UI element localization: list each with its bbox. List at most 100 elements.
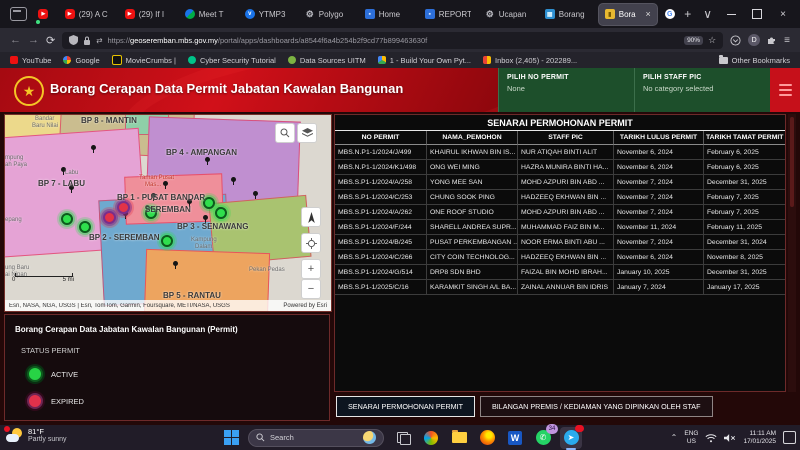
reload-icon[interactable]: ⟳: [46, 34, 55, 47]
map-marker-active[interactable]: [215, 207, 227, 219]
lock-icon[interactable]: [83, 36, 91, 45]
filter-no-permit[interactable]: PILIH NO PERMIT None: [498, 68, 634, 112]
telegram-button[interactable]: ➤: [560, 427, 582, 449]
pocket-icon[interactable]: [730, 35, 741, 46]
map-zoom-in-button[interactable]: +: [301, 259, 321, 279]
table-row[interactable]: MBS.S.P1-1/2024/A/262 ONE ROOF STUDIO MO…: [335, 205, 785, 220]
filter-staff-pic[interactable]: PILIH STAFF PIC No category selected: [634, 68, 770, 112]
url-bar[interactable]: ⇄ https://geoseremban.mbs.gov.my/portal/…: [62, 32, 723, 49]
tab-close-icon[interactable]: ×: [645, 9, 650, 19]
cell-tarikh-lulus: January 7, 2024: [614, 280, 704, 295]
forward-icon[interactable]: →: [28, 34, 39, 46]
column-header[interactable]: TARIKH TAMAT PERMIT: [704, 131, 785, 145]
clock[interactable]: 11:11 AM 17/01/2025: [743, 430, 776, 446]
shield-icon[interactable]: [69, 35, 78, 45]
map-pin[interactable]: [205, 157, 210, 162]
map-layers-button[interactable]: [297, 123, 317, 143]
browser-tab[interactable]: Meet T ×: [179, 4, 237, 25]
tracking-protection-icon[interactable]: ⇄: [96, 36, 102, 45]
language-indicator[interactable]: ENGUS: [684, 430, 698, 445]
bookmark-item[interactable]: Google: [63, 55, 99, 65]
map-pin[interactable]: [203, 215, 208, 220]
map-marker-active[interactable]: [79, 221, 91, 233]
browser-tab[interactable]: column ×: [659, 4, 678, 25]
bookmark-star-icon[interactable]: ☆: [708, 35, 716, 46]
list-tabs-chevron-icon[interactable]: ∨: [703, 0, 712, 28]
bookmark-item[interactable]: 1 - Build Your Own Pyt...: [378, 55, 471, 65]
map-marker-expired[interactable]: [117, 201, 130, 214]
minimize-button[interactable]: [718, 0, 744, 28]
browser-tab[interactable]: Ucapan ×: [479, 4, 537, 25]
extensions-icon[interactable]: [767, 35, 777, 45]
map-pin[interactable]: [253, 191, 258, 196]
table-row[interactable]: MBS.S.P1-1/2024/G/514 DRP8 SDN BHD FAIZA…: [335, 265, 785, 280]
wifi-icon[interactable]: [705, 433, 717, 443]
bookmark-item[interactable]: YouTube: [10, 55, 51, 65]
table-row[interactable]: MBS.N.P1-1/2024/K1/498 ONG WEI MING HAZR…: [335, 160, 785, 175]
map-compass-button[interactable]: [301, 207, 321, 227]
maximize-button[interactable]: [744, 0, 770, 28]
table-row[interactable]: MBS.S.P1-1/2024/F/244 SHARELL ANDREA SUP…: [335, 220, 785, 235]
table-row[interactable]: MBS.S.P1-1/2024/A/258 YONG MEE SAN MOHD …: [335, 175, 785, 190]
tab-senarai-permohonan[interactable]: SENARAI PERMOHONAN PERMIT: [336, 396, 475, 417]
weather-widget[interactable]: 81°F Partly sunny: [6, 427, 67, 445]
table-row[interactable]: MBS.S.P1-1/2024/C/253 CHUNG SOOK PING HA…: [335, 190, 785, 205]
bookmark-item[interactable]: Inbox (2,405) - 202289...: [483, 55, 577, 65]
browser-tab[interactable]: (29) If I ×: [119, 4, 177, 25]
map-marker-active[interactable]: [161, 235, 173, 247]
bookmark-item[interactable]: Data Sources UITM: [288, 55, 366, 65]
browser-tab[interactable]: Home ×: [359, 4, 417, 25]
map-pin[interactable]: [91, 145, 96, 150]
firefox-view-icon[interactable]: [10, 7, 27, 21]
volume-muted-icon[interactable]: [724, 433, 736, 443]
cell-staff-pic: NOOR ERMA BINTI ABU ...: [518, 235, 614, 250]
zoom-level-badge[interactable]: 90%: [684, 36, 703, 45]
new-tab-button[interactable]: +: [684, 0, 691, 28]
table-row[interactable]: MBS.S.P1-1/2025/C/16 KARAMKIT SINGH A/L …: [335, 280, 785, 295]
bookmark-item[interactable]: Cyber Security Tutorial: [188, 55, 276, 65]
dashboard-menu-icon[interactable]: [770, 68, 800, 112]
map-marker-expired[interactable]: [103, 211, 116, 224]
back-icon[interactable]: ←: [10, 34, 21, 46]
table-row[interactable]: MBS.S.P1-1/2024/C/266 CITY COIN TECHNOLO…: [335, 250, 785, 265]
firefox-button[interactable]: [476, 427, 498, 449]
close-button[interactable]: ×: [770, 0, 796, 28]
start-button[interactable]: [224, 430, 239, 445]
map-zoom-out-button[interactable]: −: [301, 279, 321, 299]
other-bookmarks[interactable]: Other Bookmarks: [719, 56, 790, 65]
column-header[interactable]: TARIKH LULUS PERMIT: [614, 131, 704, 145]
file-explorer-button[interactable]: [448, 427, 470, 449]
table-row[interactable]: MBS.N.P1-1/2024/J/499 KHAIRUL IKHWAN BIN…: [335, 145, 785, 160]
profile-avatar-icon[interactable]: D: [748, 34, 760, 46]
map-search-button[interactable]: [275, 123, 295, 143]
map-locate-button[interactable]: [301, 233, 321, 253]
browser-tab[interactable]: Borang ×: [539, 4, 597, 25]
task-view-button[interactable]: [392, 427, 414, 449]
tray-overflow-chevron-icon[interactable]: ⌃: [671, 433, 678, 442]
taskbar-search[interactable]: Search: [248, 429, 384, 447]
bookmark-item[interactable]: MovieCrumbs |: [112, 55, 176, 65]
map-pin[interactable]: [173, 261, 178, 266]
map-panel[interactable]: BP 8 - MANTIN BP 4 - AMPANGAN BP 7 - LAB…: [4, 114, 332, 312]
time: 11:11 AM: [743, 430, 776, 438]
column-header[interactable]: NAMA_PEMOHON: [427, 131, 518, 145]
map-pin[interactable]: [163, 181, 168, 186]
pinned-tab[interactable]: [33, 3, 54, 25]
notification-center-icon[interactable]: [783, 431, 796, 444]
copilot-button[interactable]: [420, 427, 442, 449]
map-marker-active[interactable]: [61, 213, 73, 225]
table-scrollbar[interactable]: [788, 114, 796, 392]
word-button[interactable]: W: [504, 427, 526, 449]
browser-tab[interactable]: YTMP3 ×: [239, 4, 297, 25]
column-header[interactable]: NO PERMIT: [335, 131, 427, 145]
browser-tab[interactable]: Polygo ×: [299, 4, 357, 25]
browser-tab[interactable]: (29) A C ×: [59, 4, 117, 25]
table-row[interactable]: MBS.S.P1-1/2024/B/245 PUSAT PERKEMBANGAN…: [335, 235, 785, 250]
whatsapp-button[interactable]: ✆34: [532, 427, 554, 449]
browser-tab[interactable]: REPORT ×: [419, 4, 477, 25]
menu-icon[interactable]: ≡: [784, 35, 790, 46]
tab-bilangan-premis[interactable]: BILANGAN PREMIS / KEDIAMAN YANG DIPINKAN…: [480, 396, 712, 417]
column-header[interactable]: STAFF PIC: [518, 131, 614, 145]
map-pin[interactable]: [231, 177, 236, 182]
browser-tab[interactable]: Bora ×: [599, 4, 657, 25]
